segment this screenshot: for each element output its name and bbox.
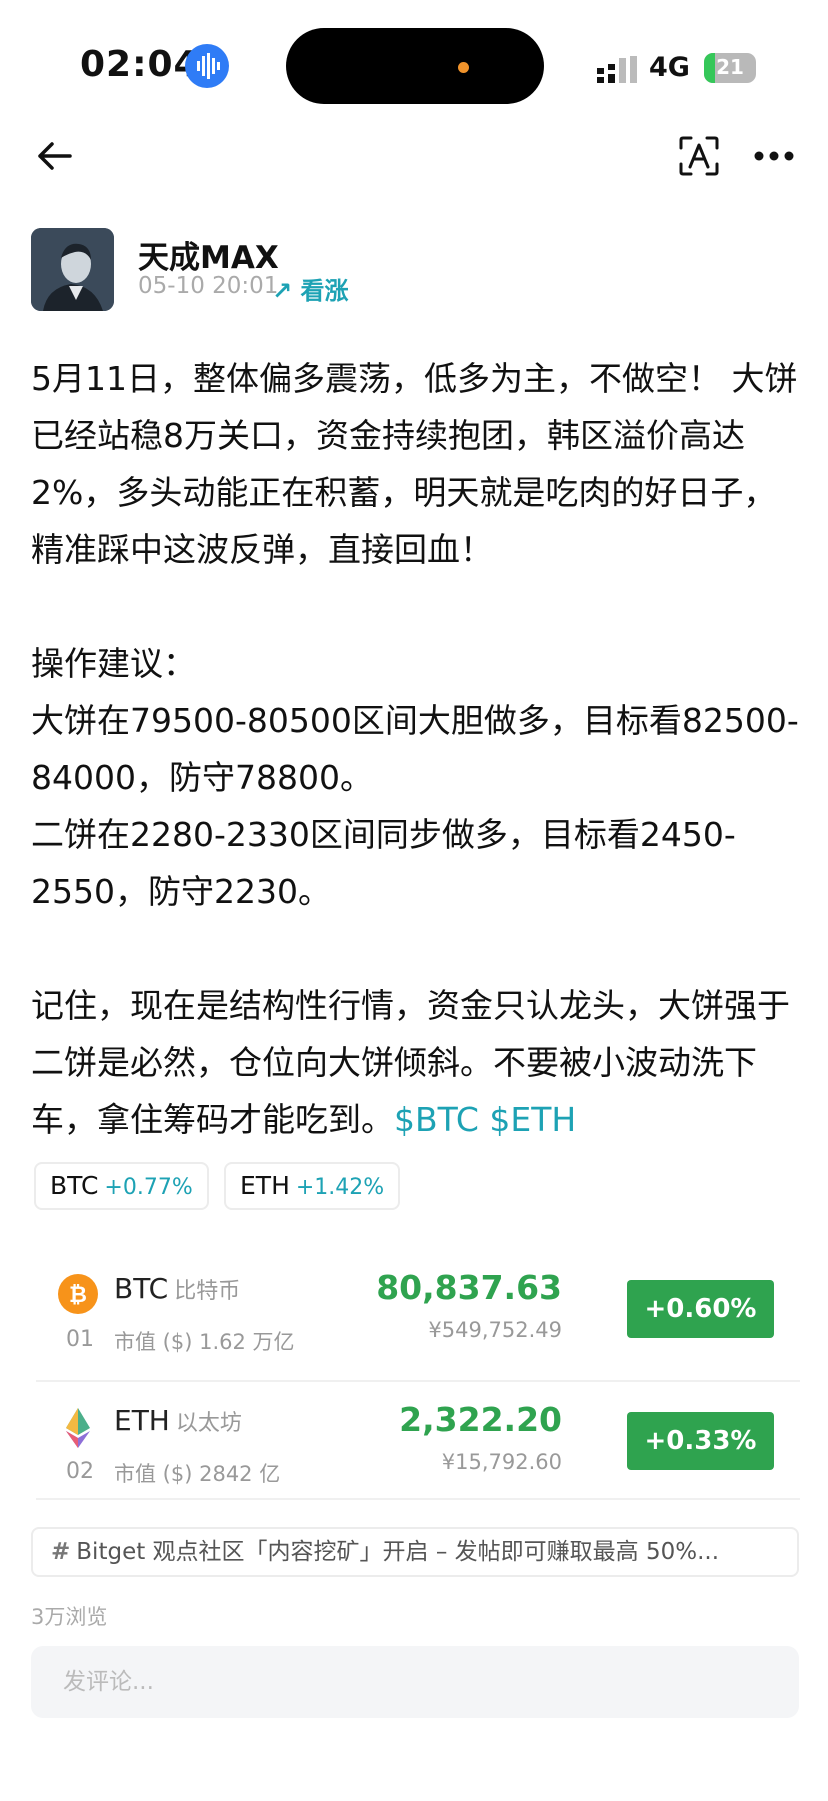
translate-icon[interactable]	[677, 134, 721, 178]
privacy-indicator-dot	[458, 62, 469, 73]
advice-title: 操作建议：	[31, 644, 196, 683]
post-body: 5月11日，整体偏多震荡，低多为主，不做空！ 大饼已经站稳8万关口，资金持续抱团…	[31, 350, 801, 1148]
advice-eth: 二饼在2280-2330区间同步做多，目标看2450-2550，防守2230。	[31, 815, 736, 911]
coin-name: BTC 比特币	[114, 1272, 240, 1305]
market-row-btc[interactable]: ₿ 01 BTC 比特币 市值 ($) 1.62 万亿 80,837.63 ¥54…	[36, 1250, 800, 1382]
battery-percent: 21	[716, 55, 744, 79]
tag-btc[interactable]: $BTC	[394, 1100, 479, 1139]
banner-text: Bitget 观点社区「内容挖矿」开启 – 发帖即可赚取最高 50%...	[76, 1539, 720, 1565]
status-time: 02:04	[80, 44, 200, 85]
coin-rank: 01	[66, 1327, 94, 1352]
dynamic-island	[286, 28, 544, 104]
hashtag-icon: #	[51, 1539, 71, 1565]
coin-chip-btc[interactable]: BTC +0.77%	[34, 1162, 209, 1210]
back-arrow-icon[interactable]	[34, 136, 74, 176]
market-row-eth[interactable]: 02 ETH 以太坊 市值 ($) 2842 亿 2,322.20 ¥15,792…	[36, 1382, 800, 1500]
coin-chip-eth[interactable]: ETH +1.42%	[224, 1162, 401, 1210]
bitcoin-icon: ₿	[58, 1274, 98, 1314]
signal-icon	[597, 56, 639, 84]
change-badge[interactable]: +0.33%	[627, 1412, 774, 1470]
chip-change: +1.42%	[295, 1175, 385, 1200]
author-avatar[interactable]	[31, 228, 114, 311]
status-bar: 02:04 4G 21	[0, 0, 828, 130]
view-count: 3万浏览	[31, 1605, 108, 1629]
coin-cn-name: 以太坊	[175, 1411, 242, 1436]
post-paragraph: 5月11日，整体偏多震荡，低多为主，不做空！ 大饼已经站稳8万关口，资金持续抱团…	[31, 359, 798, 569]
chip-symbol: BTC	[50, 1171, 99, 1200]
post-paragraph: 记住，现在是结构性行情，资金只认龙头，大饼强于二饼是必然，仓位向大饼倾斜。不要被…	[31, 977, 801, 1148]
coin-price: 2,322.20	[399, 1400, 562, 1439]
battery-icon: 21	[704, 53, 756, 83]
advice-btc: 大饼在79500-80500区间大胆做多，目标看82500-84000，防守78…	[31, 701, 799, 797]
coin-cn-name: 比特币	[174, 1279, 241, 1304]
community-banner[interactable]: # Bitget 观点社区「内容挖矿」开启 – 发帖即可赚取最高 50%...	[31, 1527, 799, 1577]
coin-rank: 02	[66, 1459, 94, 1484]
coin-price-cny: ¥15,792.60	[441, 1450, 562, 1474]
voice-recording-icon	[185, 44, 229, 88]
network-type: 4G	[649, 52, 690, 83]
market-cap: 市值 ($) 1.62 万亿	[114, 1330, 295, 1354]
post-timestamp: 05-10 20:01	[138, 273, 279, 299]
market-cap: 市值 ($) 2842 亿	[114, 1462, 281, 1486]
chip-change: +0.77%	[104, 1175, 193, 1200]
author-name[interactable]: 天成MAX	[138, 232, 279, 277]
more-options-icon[interactable]	[754, 148, 794, 162]
coin-price: 80,837.63	[376, 1268, 562, 1307]
sentiment-badge: ↗ 看涨	[272, 277, 349, 305]
coin-name: ETH 以太坊	[114, 1404, 242, 1437]
coin-price-cny: ¥549,752.49	[428, 1318, 562, 1342]
svg-text:₿: ₿	[69, 1283, 87, 1308]
tag-eth[interactable]: $ETH	[489, 1100, 576, 1139]
chip-symbol: ETH	[240, 1171, 290, 1200]
change-badge[interactable]: +0.60%	[627, 1280, 774, 1338]
coin-symbol: ETH	[114, 1404, 170, 1437]
coin-symbol: BTC	[114, 1272, 169, 1305]
ethereum-icon	[58, 1406, 98, 1448]
comment-input[interactable]: 发评论...	[31, 1646, 799, 1718]
